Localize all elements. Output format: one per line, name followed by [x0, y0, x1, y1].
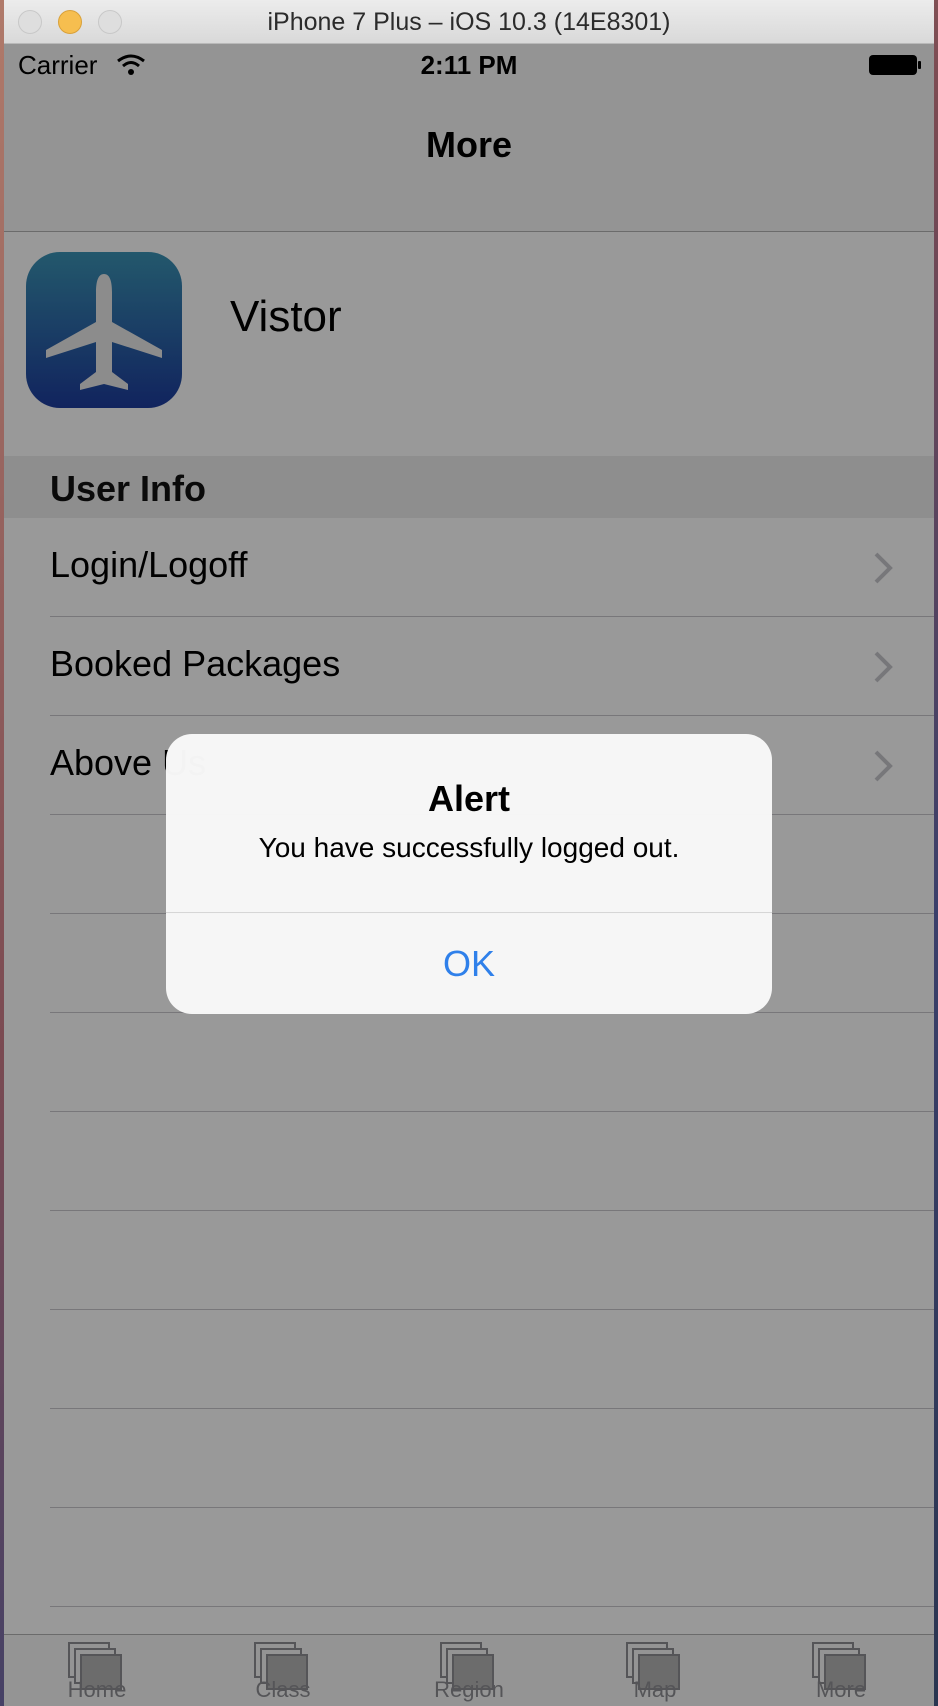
- window-titlebar: iPhone 7 Plus – iOS 10.3 (14E8301): [4, 0, 934, 44]
- alert-dialog: Alert You have successfully logged out. …: [166, 734, 772, 1014]
- alert-message: You have successfully logged out.: [258, 832, 680, 863]
- window-title: iPhone 7 Plus – iOS 10.3 (14E8301): [267, 8, 671, 36]
- alert-title: Alert: [427, 778, 511, 819]
- device-screen: Carrier 2:11 PM More Vistor User Info Lo…: [4, 44, 934, 1706]
- alert-ok-button[interactable]: OK: [166, 913, 772, 1014]
- simulator-window: iPhone 7 Plus – iOS 10.3 (14E8301) Carri…: [4, 0, 934, 1706]
